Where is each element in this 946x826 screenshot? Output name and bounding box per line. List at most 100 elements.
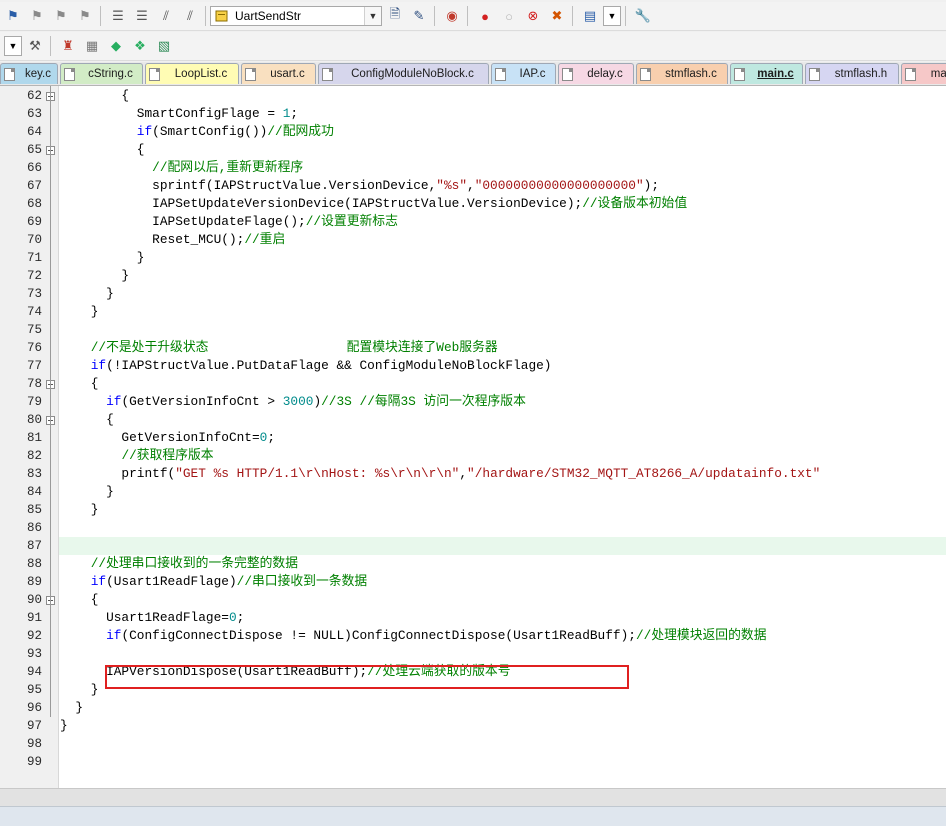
code-line[interactable]: { (60, 411, 114, 429)
find-in-files-icon[interactable]: 🗎 (384, 5, 406, 27)
line-number: 93 (26, 647, 42, 661)
insert-bookmark-icon[interactable]: ⚑ (2, 5, 24, 27)
code-line[interactable]: //获取程序版本 (60, 447, 213, 465)
code-line[interactable]: Usart1ReadFlage=0; (60, 609, 244, 627)
tab-label: LoopList.c (174, 68, 228, 80)
comment-icon[interactable]: ⫽ (155, 5, 177, 27)
code-line[interactable]: if(GetVersionInfoCnt > 3000)//3S //每隔3S … (60, 393, 526, 411)
fold-guide (50, 86, 51, 717)
tab-label: mai (930, 68, 946, 80)
current-line-highlight (59, 537, 946, 555)
kill-breakpoints-icon[interactable]: ✖ (546, 5, 568, 27)
enable-breakpoint-icon[interactable]: ○ (498, 5, 520, 27)
line-number-gutter: 62 63 64 65 66 67 68 69 70 71 72 73 74 75 76 77 78 79 80 81… (0, 86, 59, 788)
code-line[interactable]: } (60, 717, 68, 735)
code-line[interactable]: } (60, 681, 99, 699)
code-line[interactable]: } (60, 303, 99, 321)
code-line[interactable]: IAPSetUpdateVersionDevice(IAPStructValue… (60, 195, 687, 213)
file-icon (245, 67, 256, 81)
line-number: 96 (26, 701, 42, 715)
line-number: 90 (26, 593, 42, 607)
chevron-down-icon[interactable]: ▼ (364, 7, 381, 25)
insert-breakpoint-icon[interactable]: ● (474, 5, 496, 27)
tab-key-c[interactable]: key.c (0, 63, 58, 84)
code-line[interactable]: } (60, 501, 99, 519)
chevron-down-icon[interactable]: ▼ (603, 6, 621, 26)
code-line[interactable]: //处理串口接收到的一条完整的数据 (60, 555, 298, 573)
file-icon (495, 67, 506, 81)
file-icon (149, 67, 160, 81)
uncomment-icon[interactable]: ⫽ (179, 5, 201, 27)
code-line[interactable]: IAPSetUpdateFlage();//设置更新标志 (60, 213, 398, 231)
line-number: 95 (26, 683, 42, 697)
code-line[interactable]: } (60, 699, 83, 717)
file-icon (4, 67, 15, 81)
chevron-down-icon[interactable]: ▼ (4, 36, 22, 56)
code-line[interactable]: GetVersionInfoCnt=0; (60, 429, 275, 447)
unindent-icon[interactable]: ☰ (131, 5, 153, 27)
code-line[interactable]: { (60, 141, 145, 159)
pack-installer-icon[interactable]: ◆ (105, 35, 127, 57)
tab-configmodulenoblock-c[interactable]: ConfigModuleNoBlock.c (318, 63, 489, 84)
previous-bookmark-icon[interactable]: ⚑ (26, 5, 48, 27)
horizontal-scrollbar[interactable] (0, 788, 946, 806)
code-editor[interactable]: 62 63 64 65 66 67 68 69 70 71 72 73 74 75 76 77 78 79 80 81… (0, 86, 946, 788)
toolbar-separator (434, 6, 435, 26)
tab-stmflash-c[interactable]: stmflash.c (636, 63, 728, 84)
manage-components-icon[interactable]: ♜ (57, 35, 79, 57)
code-line[interactable]: //不是处于升级状态 配置模块连接了Web服务器 (60, 339, 498, 357)
runtime-environment-icon[interactable]: ❖ (129, 35, 151, 57)
code-line[interactable]: { (60, 87, 129, 105)
code-line[interactable]: SmartConfigFlage = 1; (60, 105, 298, 123)
code-line[interactable]: } (60, 249, 145, 267)
tab-label: ConfigModuleNoBlock.c (351, 68, 474, 80)
line-number: 67 (26, 179, 42, 193)
line-number: 99 (26, 755, 42, 769)
window-layout-icon[interactable]: ▤ (579, 5, 601, 27)
toolbar-separator (467, 6, 468, 26)
tab-label: stmflash.h (834, 68, 888, 80)
code-line[interactable]: //配网以后,重新更新程序 (60, 159, 303, 177)
line-number: 83 (26, 467, 42, 481)
tab-main-c[interactable]: main.c (730, 63, 803, 84)
project-items-icon[interactable]: ▦ (81, 35, 103, 57)
file-icon (64, 67, 75, 81)
select-software-packs-icon[interactable]: ▧ (153, 35, 175, 57)
code-line[interactable]: if(ConfigConnectDispose != NULL)ConfigCo… (60, 627, 766, 645)
disable-breakpoints-icon[interactable]: ⊗ (522, 5, 544, 27)
indent-icon[interactable]: ☰ (107, 5, 129, 27)
highlight-box (105, 665, 629, 689)
tab-mai[interactable]: mai (901, 63, 946, 84)
line-number: 79 (26, 395, 42, 409)
configure-icon[interactable]: 🔧 (632, 5, 654, 27)
status-bar (0, 806, 946, 826)
tab-delay-c[interactable]: delay.c (558, 63, 634, 84)
code-line[interactable]: if(SmartConfig())//配网成功 (60, 123, 334, 141)
code-line[interactable]: if(!IAPStructValue.PutDataFlage && Confi… (60, 357, 552, 375)
code-line[interactable]: sprintf(IAPStructValue.VersionDevice,"%s… (60, 177, 659, 195)
code-line[interactable]: if(Usart1ReadFlage)//串口接收到一条数据 (60, 573, 367, 591)
options-for-target-icon[interactable]: ⚒ (24, 35, 46, 57)
code-line[interactable]: } (60, 285, 114, 303)
incremental-find-icon[interactable]: ✎ (408, 5, 430, 27)
tab-stmflash-h[interactable]: stmflash.h (805, 63, 899, 84)
code-line[interactable]: { (60, 375, 99, 393)
line-number: 78 (26, 377, 42, 391)
tab-label: cString.c (88, 68, 133, 80)
code-line[interactable]: } (60, 267, 129, 285)
tab-cstring-c[interactable]: cString.c (60, 63, 143, 84)
clear-bookmarks-icon[interactable]: ⚑ (74, 5, 96, 27)
tab-looplist-c[interactable]: LoopList.c (145, 63, 239, 84)
code-line[interactable]: printf("GET %s HTTP/1.1\r\nHost: %s\r\n\… (60, 465, 820, 483)
debug-session-icon[interactable]: ◉ (441, 5, 463, 27)
line-number: 85 (26, 503, 42, 517)
find-in-files-combo[interactable]: UartSendStr ▼ (210, 6, 382, 26)
code-line[interactable]: { (60, 591, 99, 609)
tab-usart-c[interactable]: usart.c (241, 63, 316, 84)
code-line[interactable]: } (60, 483, 114, 501)
tab-iap-c[interactable]: IAP.c (491, 63, 556, 84)
code-line[interactable]: Reset_MCU();//重启 (60, 231, 285, 249)
next-bookmark-icon[interactable]: ⚑ (50, 5, 72, 27)
project-toolbar: ▼ ⚒ ♜ ▦ ◆ ❖ ▧ (0, 32, 946, 61)
line-number: 63 (26, 107, 42, 121)
